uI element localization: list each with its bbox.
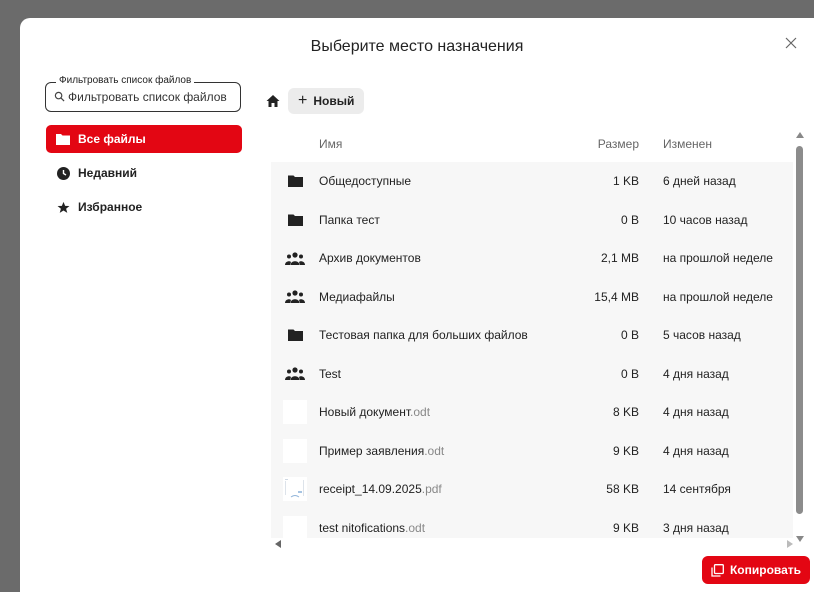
file-name: Общедоступные (319, 174, 412, 189)
file-size: 9 KB (612, 520, 639, 535)
table-row[interactable]: receipt_14.09.2025.pdf 58 KB 14 сентября (271, 470, 793, 509)
document-thumbnail-icon (283, 515, 307, 538)
sidebar-item-recent[interactable]: Недавний (46, 159, 242, 187)
sidebar-nav: Все файлы Недавний Избранное (46, 125, 242, 227)
star-icon (56, 200, 70, 214)
file-modified: 4 дня назад (663, 366, 729, 381)
table-row[interactable]: Общедоступные 1 KB 6 дней назад (271, 162, 793, 201)
sidebar-item-label: Избранное (78, 200, 143, 214)
file-modified: 4 дня назад (663, 405, 729, 420)
scroll-left-arrow-icon[interactable] (275, 540, 281, 548)
file-table: Имя Размер Изменен Общедоступные 1 KB 6 … (271, 126, 793, 538)
scroll-right-arrow-icon[interactable] (787, 540, 793, 548)
scrollbar-thumb[interactable] (796, 146, 803, 514)
file-name: test nitofications.odt (319, 520, 426, 535)
file-name: receipt_14.09.2025.pdf (319, 482, 442, 497)
sidebar-item-favorites[interactable]: Избранное (46, 193, 242, 221)
dialog-title: Выберите место назначения (310, 38, 524, 55)
home-icon[interactable] (266, 94, 280, 108)
search-icon (54, 91, 65, 102)
scroll-down-arrow-icon[interactable] (796, 536, 804, 542)
folder-icon (287, 175, 303, 188)
file-modified: 4 дня назад (663, 443, 729, 458)
copy-button[interactable]: Копировать (702, 556, 810, 584)
table-row[interactable]: Архив документов 2,1 MB на прошлой недел… (271, 239, 793, 278)
file-picker-dialog: Выберите место назначения Фильтровать сп… (20, 18, 814, 592)
folder-icon (287, 214, 303, 226)
filter-input[interactable] (68, 88, 236, 106)
table-row[interactable]: Тестовая папка для больших файлов 0 B 5 … (271, 316, 793, 355)
table-row[interactable]: Пример заявления.odt 9 KB 4 дня назад (271, 431, 793, 470)
table-row[interactable]: Папка тест 0 B 10 часов назад (271, 200, 793, 239)
file-modified: на прошлой неделе (663, 251, 773, 266)
shared-folder-icon (285, 290, 305, 304)
filter-field: Фильтровать список файлов (45, 75, 241, 112)
file-modified: 14 сентября (663, 482, 731, 497)
file-name: Медиафайлы (319, 289, 395, 304)
plus-icon: + (298, 92, 308, 109)
shared-folder-icon (285, 367, 305, 381)
file-name: Пример заявления.odt (319, 443, 445, 458)
filter-label: Фильтровать список файлов (56, 75, 195, 86)
table-header: Имя Размер Изменен (271, 126, 793, 162)
table-row[interactable]: test nitofications.odt 9 KB 3 дня назад (271, 508, 793, 538)
horizontal-scrollbar[interactable] (271, 538, 793, 550)
file-size: 9 KB (612, 443, 639, 458)
file-size: 0 B (620, 328, 639, 343)
close-icon[interactable] (782, 34, 800, 52)
column-header-name[interactable]: Имя (271, 137, 561, 151)
file-size: 8 KB (612, 405, 639, 420)
file-name: Новый документ.odt (319, 405, 431, 420)
file-modified: 3 дня назад (663, 520, 729, 535)
document-thumbnail-icon (283, 400, 307, 425)
new-button[interactable]: + Новый (288, 88, 365, 114)
sidebar-item-label: Все файлы (78, 132, 146, 146)
file-size: 15,4 MB (594, 289, 639, 304)
column-header-modified[interactable]: Изменен (639, 137, 712, 151)
shared-folder-icon (285, 252, 305, 265)
file-size: 58 KB (606, 482, 639, 497)
table-row[interactable]: Test 0 B 4 дня назад (271, 354, 793, 393)
file-modified: 10 часов назад (663, 212, 748, 227)
sidebar-item-all-files[interactable]: Все файлы (46, 125, 242, 153)
toolbar: + Новый (266, 88, 365, 114)
file-name: Архив документов (319, 251, 421, 266)
document-thumbnail-icon (283, 438, 307, 463)
folder-icon (287, 329, 303, 342)
file-size: 0 B (620, 212, 639, 227)
clock-icon (56, 166, 70, 180)
vertical-scrollbar[interactable] (793, 126, 807, 542)
file-size: 1 KB (612, 174, 639, 189)
file-modified: 5 часов назад (663, 328, 741, 343)
column-header-size[interactable]: Размер (561, 137, 639, 151)
file-name: Тестовая папка для больших файлов (319, 328, 528, 343)
table-row[interactable]: Медиафайлы 15,4 MB на прошлой неделе (271, 277, 793, 316)
file-modified: 6 дней назад (663, 174, 736, 189)
file-name: Test (319, 366, 342, 381)
file-modified: на прошлой неделе (663, 289, 773, 304)
new-button-label: Новый (313, 94, 355, 108)
sidebar-item-label: Недавний (78, 166, 138, 180)
file-name: Папка тест (319, 212, 380, 227)
table-row[interactable]: Новый документ.odt 8 KB 4 дня назад (271, 393, 793, 432)
scroll-up-arrow-icon[interactable] (796, 132, 804, 138)
file-size: 0 B (620, 366, 639, 381)
folder-icon (56, 132, 70, 146)
file-size: 2,1 MB (600, 251, 639, 266)
copy-button-label: Копировать (729, 563, 802, 577)
copy-icon (711, 563, 724, 577)
pdf-thumbnail-icon (283, 477, 307, 502)
